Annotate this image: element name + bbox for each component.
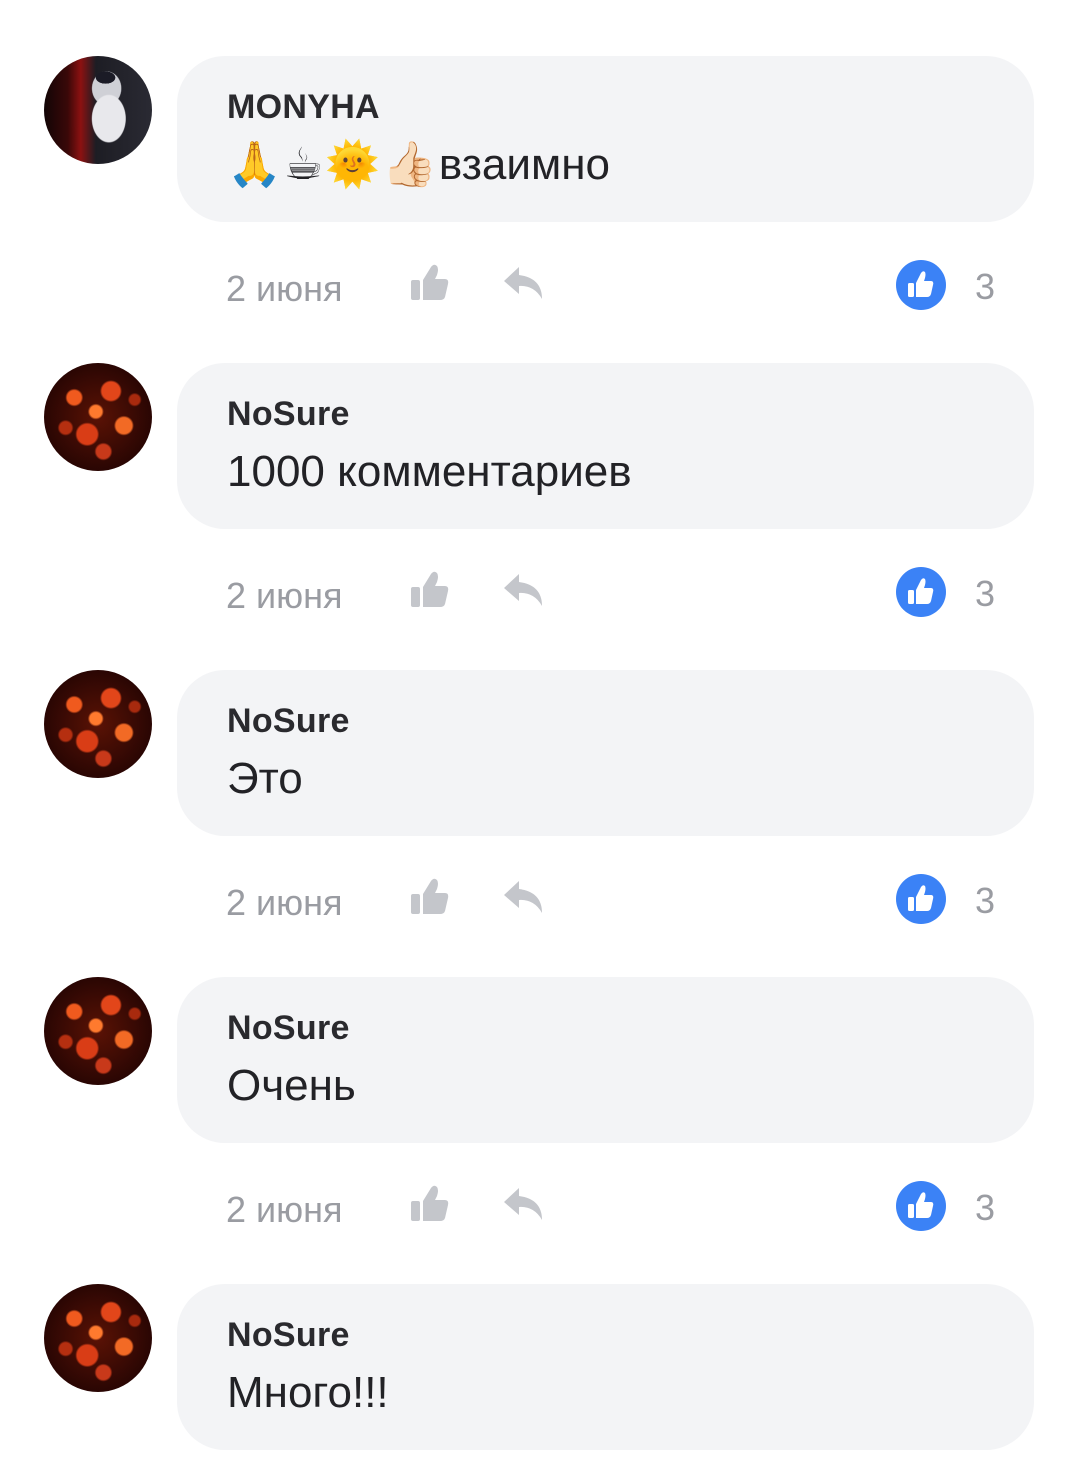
comment-text-body: Это [227,754,303,803]
comment-bubble: NoSure Очень [177,977,1034,1143]
comment-date: 2 июня [226,575,343,616]
comment-date: 2 июня [226,268,343,309]
like-count: 3 [975,880,996,921]
thumbs-up-icon[interactable] [404,258,454,308]
comment-bubble: NoSure Много!!! [177,1284,1034,1450]
comment-text-body: Очень [227,1061,356,1110]
comment-text: Очень [227,1061,356,1111]
emoji-coffee: ☕ [283,140,324,189]
comment-date: 2 июня [226,882,343,923]
avatar[interactable] [44,977,152,1085]
avatar[interactable] [44,1284,152,1392]
comment-author[interactable]: NoSure [227,1009,350,1048]
reply-icon[interactable] [500,876,550,920]
emoji-sun: 🌞 [325,140,381,189]
thumbs-up-icon[interactable] [404,872,454,922]
comment-author[interactable]: MONYHA [227,88,380,127]
emoji-thumbs-up: 👍🏻 [382,140,437,189]
comment-text: Это [227,754,303,804]
reply-icon[interactable] [500,569,550,613]
comment-item: NoSure Это 2 июня 3 [0,614,1079,924]
comment-text-body: Много!!! [227,1368,389,1417]
like-badge-icon[interactable] [896,1181,946,1231]
comment-text-body: взаимно [438,140,610,189]
like-badge-icon[interactable] [896,260,946,310]
avatar[interactable] [44,56,152,164]
comment-bubble: NoSure Это [177,670,1034,836]
comment-text: 🙏 ☕ 🌞 👍🏻 взаимно [227,140,610,190]
comment-text: 1000 комментариев [227,447,632,497]
like-count: 3 [975,1187,996,1228]
avatar[interactable] [44,363,152,471]
like-badge-icon[interactable] [896,874,946,924]
comment-item: NoSure 1000 комментариев 2 июня 3 [0,307,1079,617]
emoji-praying-hands: 🙏 [227,140,282,189]
comment-text-body: 1000 комментариев [227,447,632,496]
reply-icon[interactable] [500,1183,550,1227]
comment-bubble: NoSure 1000 комментариев [177,363,1034,529]
comment-author[interactable]: NoSure [227,702,350,741]
thumbs-up-icon[interactable] [404,1179,454,1229]
thumbs-up-icon[interactable] [404,565,454,615]
avatar[interactable] [44,670,152,778]
comment-text: Много!!! [227,1368,389,1418]
like-count: 3 [975,573,996,614]
comment-item: NoSure Много!!! [0,1228,1079,1468]
like-badge-icon[interactable] [896,567,946,617]
comment-author[interactable]: NoSure [227,1316,350,1355]
comment-date: 2 июня [226,1189,343,1230]
comment-bubble: MONYHA 🙏 ☕ 🌞 👍🏻 взаимно [177,56,1034,222]
comment-item: MONYHA 🙏 ☕ 🌞 👍🏻 взаимно 2 июня 3 [0,0,1079,310]
comment-item: NoSure Очень 2 июня 3 [0,921,1079,1231]
comment-author[interactable]: NoSure [227,395,350,434]
reply-icon[interactable] [500,262,550,306]
like-count: 3 [975,266,996,307]
